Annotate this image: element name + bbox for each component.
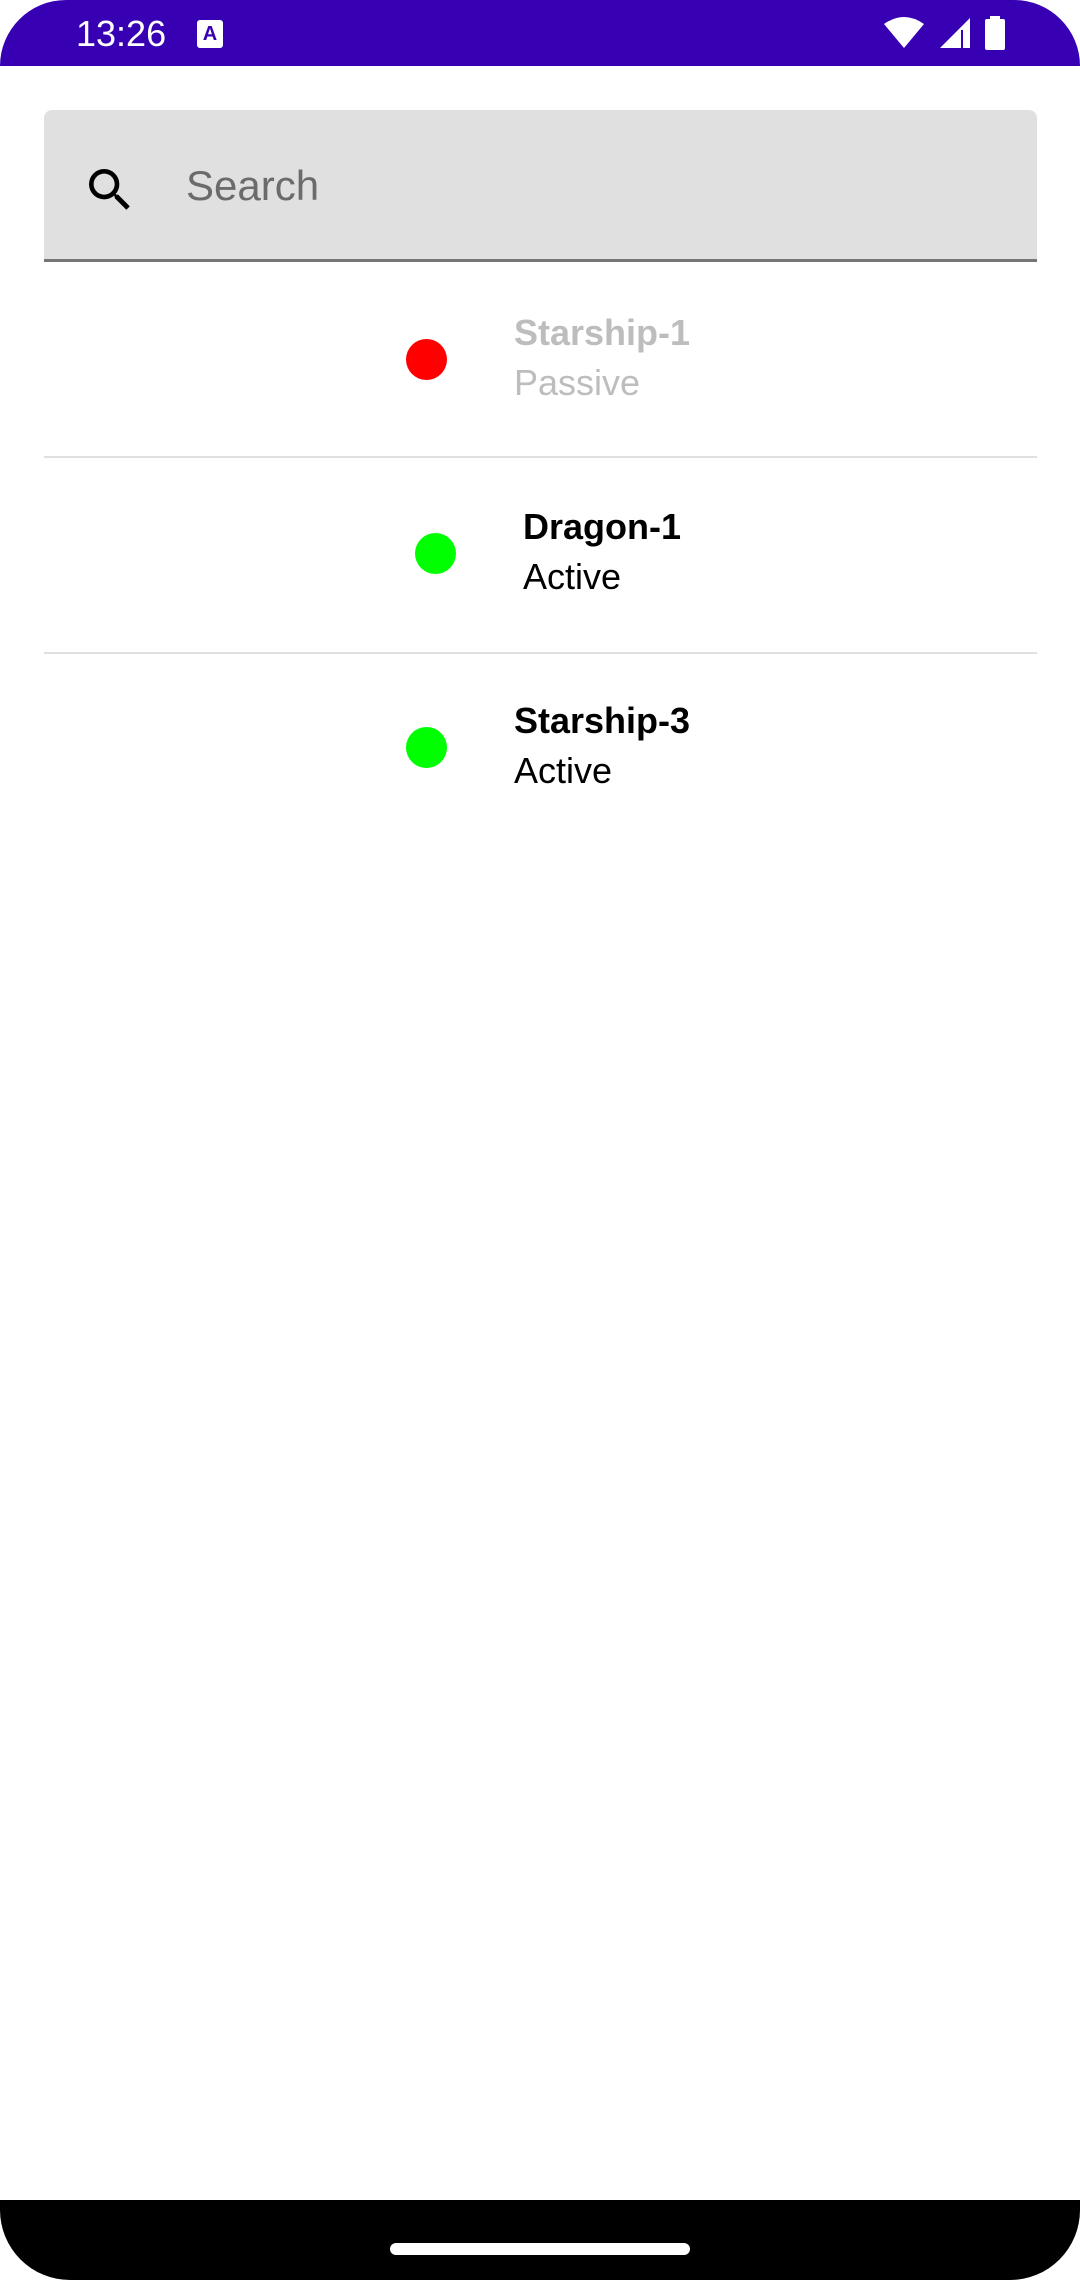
item-text: Dragon-1 Active [523, 502, 681, 602]
status-dot-active [415, 533, 456, 574]
list-item[interactable]: Starship-1 Passive [44, 262, 1037, 456]
status-time: 13:26 [76, 13, 167, 54]
list-item[interactable]: Dragon-1 Active [44, 458, 1037, 652]
app-screen: 13:26 A Starship-1 Pa [0, 0, 1080, 2280]
item-state: Active [523, 556, 622, 597]
search-input[interactable] [186, 146, 986, 226]
spacecraft-list: Starship-1 Passive Dragon-1 Active Stars… [44, 262, 1037, 848]
status-dot-passive [406, 339, 447, 380]
item-text: Starship-1 Passive [514, 308, 690, 408]
item-name: Dragon-1 [523, 506, 682, 547]
home-gesture-handle[interactable] [390, 2243, 690, 2255]
status-icons [882, 16, 1006, 50]
navigation-bar [0, 2200, 1080, 2280]
item-text: Starship-3 Active [514, 696, 690, 796]
item-name: Starship-3 [514, 700, 691, 741]
search-bar[interactable] [44, 110, 1037, 262]
list-item[interactable]: Starship-3 Active [44, 654, 1037, 848]
battery-icon [985, 16, 1005, 50]
item-name: Starship-1 [514, 312, 691, 353]
signal-icon [940, 18, 970, 48]
keyboard-a-icon: A [197, 20, 223, 48]
search-icon[interactable] [82, 162, 138, 218]
item-state: Passive [514, 362, 641, 403]
status-bar: 13:26 A [0, 0, 1080, 66]
wifi-icon [884, 17, 924, 48]
item-state: Active [514, 750, 613, 791]
status-dot-active [406, 727, 447, 768]
